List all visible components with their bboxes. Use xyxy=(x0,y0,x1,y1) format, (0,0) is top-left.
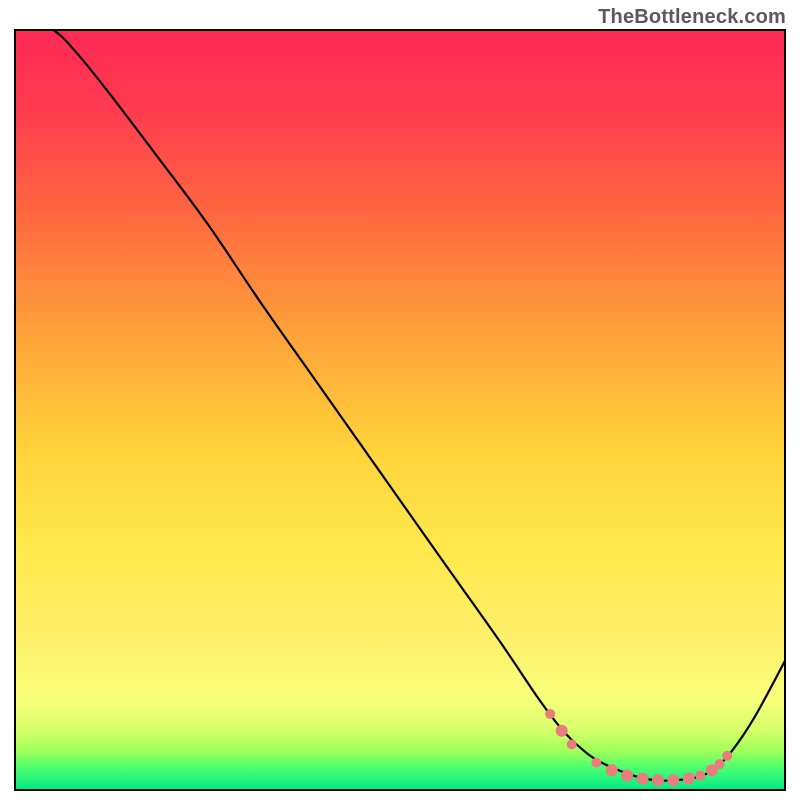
highlight-point xyxy=(606,764,618,776)
chart-svg xyxy=(0,0,800,800)
highlight-point xyxy=(556,725,568,737)
highlight-point xyxy=(567,739,577,749)
highlight-point xyxy=(722,751,732,761)
highlight-point xyxy=(652,774,664,786)
highlight-point xyxy=(637,773,649,785)
highlight-point xyxy=(545,709,555,719)
highlight-point xyxy=(591,758,601,768)
chart-container: TheBottleneck.com xyxy=(0,0,800,800)
highlight-point xyxy=(715,759,725,769)
highlight-point xyxy=(621,770,633,782)
highlight-point xyxy=(683,773,695,785)
highlight-point xyxy=(695,771,705,781)
highlight-point xyxy=(667,774,679,786)
watermark-text: TheBottleneck.com xyxy=(598,6,786,29)
chart-background xyxy=(15,30,785,790)
